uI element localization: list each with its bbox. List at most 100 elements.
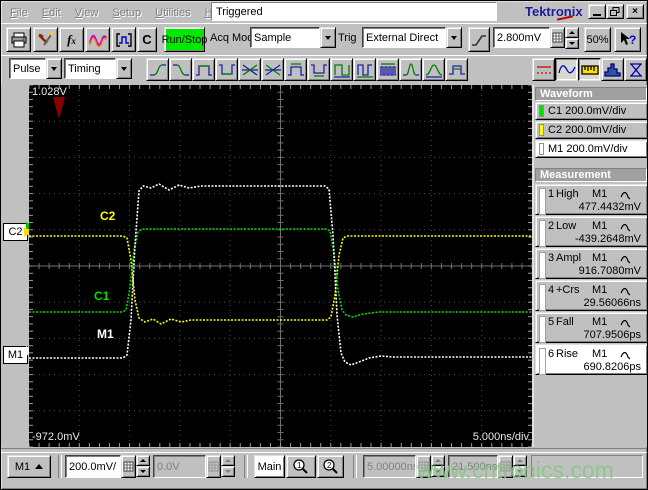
spin-down-button[interactable] <box>136 466 150 477</box>
waveform-m1-button[interactable]: M1 200.0mV/div <box>535 140 647 158</box>
c2-color-swatch <box>539 124 544 136</box>
acq-mode-dropdown-button[interactable] <box>320 27 336 48</box>
context-help-button[interactable]: ? <box>614 27 641 52</box>
histogram-button[interactable] <box>601 58 624 81</box>
setup-tools-button[interactable] <box>33 27 58 52</box>
chevron-down-icon <box>121 66 127 71</box>
measurement-toolbar: Pulse Timing <box>1 54 647 85</box>
measurement-value: -439.2648mV <box>574 233 641 245</box>
minimize-button[interactable] <box>588 4 606 19</box>
vertical-source-select-button[interactable]: M1 <box>7 455 51 478</box>
measurement-source: M1 <box>592 284 608 296</box>
measurement-name: Rise <box>556 348 579 360</box>
settle-top-button[interactable] <box>445 58 468 81</box>
spin-up-button <box>431 455 445 466</box>
period-button[interactable] <box>330 58 353 81</box>
trig-source-select[interactable]: External Direct <box>362 27 462 48</box>
vertical-scale-field[interactable]: 200.0mV/ <box>65 455 121 478</box>
mask-test-button[interactable] <box>624 58 647 81</box>
pulse-define-button[interactable] <box>111 27 136 52</box>
svg-text:?: ? <box>629 33 636 47</box>
arrow-up-icon <box>517 459 523 462</box>
meas-group-select[interactable]: Timing <box>64 58 132 79</box>
negative-pulse-icon <box>310 63 327 77</box>
pulse-bracket-icon <box>115 32 132 47</box>
measurement-name: Low <box>556 220 577 232</box>
waveform-c2-button[interactable]: C2 200.0mV/div <box>535 121 647 139</box>
menu-setup[interactable]: Setup <box>105 5 148 22</box>
meas-group-dropdown-button[interactable] <box>116 58 132 79</box>
positive-width-button[interactable] <box>192 58 215 81</box>
spin-up-button[interactable] <box>565 27 579 38</box>
trig-level-spinner[interactable] <box>565 27 579 49</box>
waveform-display-button[interactable] <box>555 58 578 81</box>
menu-utilities[interactable]: Utilities <box>148 5 197 22</box>
spin-down-button[interactable] <box>565 38 579 49</box>
burst-width-button[interactable] <box>376 58 399 81</box>
meas-category-select[interactable]: Pulse <box>9 58 62 79</box>
color-wave-icon <box>88 34 107 47</box>
measurement-high-button[interactable]: 1 High M1 477.4432mV <box>535 184 647 215</box>
negative-pulse-button[interactable] <box>307 58 330 81</box>
tektronix-logo: Tektronix <box>525 4 583 19</box>
trig-slope-button[interactable] <box>468 27 490 52</box>
positive-overshoot-button[interactable] <box>399 58 422 81</box>
positive-pulse-button[interactable] <box>284 58 307 81</box>
trig-level-field[interactable]: 2.800mV <box>493 27 550 48</box>
cursors-button[interactable] <box>532 58 555 81</box>
vertical-scale-keypad-button[interactable] <box>121 455 136 478</box>
measure-ruler-button[interactable] <box>578 58 601 81</box>
bottom-control-bar: M1 200.0mV/ 0.0V Main 1 2 5.00000ns 21.5… <box>1 451 647 485</box>
zoom-2-button[interactable]: 2 <box>317 455 344 478</box>
arrow-down-icon <box>140 470 146 473</box>
c2-trace-label: C2 <box>100 209 116 223</box>
chevron-down-icon <box>51 66 57 71</box>
vertical-scale-spinner[interactable] <box>136 455 150 478</box>
restore-button[interactable] <box>606 4 624 19</box>
time-scale-keypad-button <box>416 455 431 478</box>
trig-source-dropdown-button[interactable] <box>446 27 462 48</box>
trig-label: Trig <box>338 32 357 44</box>
fall-time-button[interactable] <box>169 58 192 81</box>
measurement-low-button[interactable]: 2 Low M1 -439.2648mV <box>535 216 647 247</box>
trig-level-keypad-button[interactable] <box>550 27 565 48</box>
set-trig-50pct-button[interactable]: 50% <box>584 27 611 52</box>
positive-crossing-button[interactable] <box>238 58 261 81</box>
measurement-crs-button[interactable]: 4 +Crs M1 29.56066ns <box>535 280 647 311</box>
trigger-position-marker[interactable] <box>53 97 65 119</box>
negative-crossing-button[interactable] <box>261 58 284 81</box>
arrow-down-icon <box>517 470 523 473</box>
measurement-rise-button[interactable]: 6 Rise M1 690.8206ps <box>535 344 647 375</box>
frequency-button[interactable] <box>353 58 376 81</box>
peak-area-button[interactable] <box>422 58 445 81</box>
zoom-1-button[interactable]: 1 <box>286 455 316 478</box>
measurement-fall-button[interactable]: 5 Fall M1 707.9506ps <box>535 312 647 343</box>
measurement-number: 4 <box>548 284 555 296</box>
menu-view[interactable]: View <box>68 5 106 22</box>
waveform-c1-button[interactable]: C1 200.0mV/div <box>535 102 647 120</box>
clear-button[interactable]: C <box>137 27 157 52</box>
acq-mode-select[interactable]: Sample <box>250 27 336 48</box>
run-stop-button[interactable]: Run/Stop <box>162 27 207 52</box>
waveform-database-button[interactable] <box>85 27 110 52</box>
keypad-icon <box>208 461 219 472</box>
menu-edit[interactable]: Edit <box>35 5 68 22</box>
print-button[interactable] <box>6 27 31 52</box>
spin-up-button[interactable] <box>136 455 150 466</box>
meas-category-dropdown-button[interactable] <box>46 58 62 79</box>
rise-time-button[interactable] <box>146 58 169 81</box>
close-button[interactable]: × <box>626 4 644 19</box>
arrow-up-icon <box>35 464 44 469</box>
math-function-button[interactable]: fx <box>59 27 84 52</box>
vertical-offset-field: 0.0V <box>153 455 206 478</box>
negative-width-button[interactable] <box>215 58 238 81</box>
measurement-stripe <box>539 188 546 215</box>
horizontal-main-button[interactable]: Main <box>254 455 285 478</box>
m1-channel-marker[interactable]: M1 <box>3 346 28 364</box>
measurement-ampl-button[interactable]: 3 Ampl M1 916.7080mV <box>535 248 647 279</box>
rise-time-icon <box>149 63 166 76</box>
menu-file[interactable]: File <box>3 5 35 22</box>
measurement-icon-group <box>146 58 468 81</box>
measurement-number: 2 <box>548 220 555 232</box>
minimize-icon <box>593 14 601 16</box>
